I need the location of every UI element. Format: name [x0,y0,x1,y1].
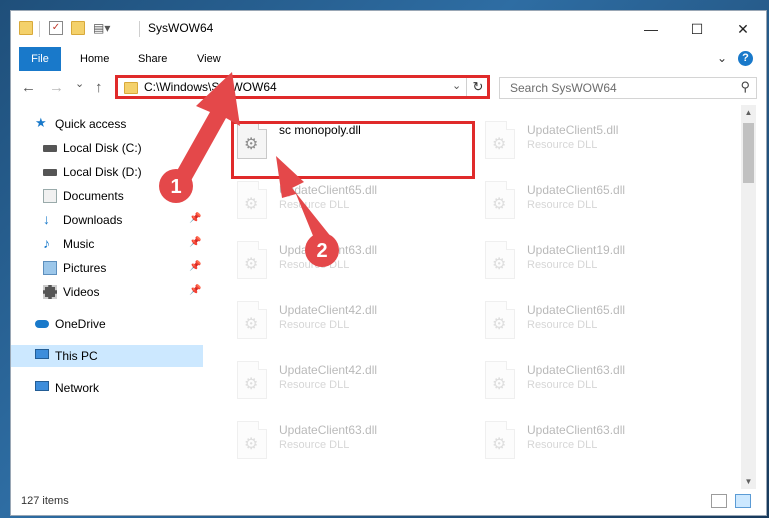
annotation-layer: 1 2 [159,72,339,267]
callout-number-2: 2 [316,240,327,262]
arrow-1 [174,72,240,186]
callout-number-1: 1 [170,176,181,198]
